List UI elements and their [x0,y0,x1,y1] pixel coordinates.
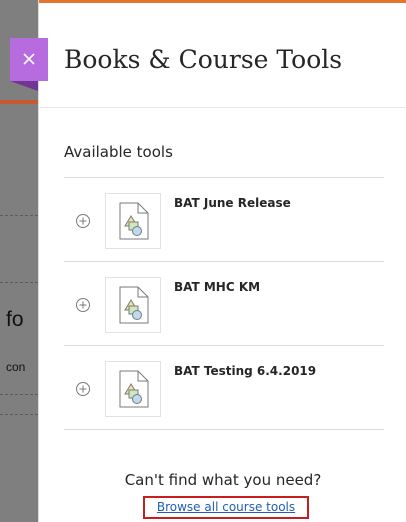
background-partial-heading: fo [6,308,24,331]
cant-find-text: Can't find what you need? [124,471,322,489]
header-divider [39,107,406,108]
available-tools-heading: Available tools [64,143,173,161]
background-divider [0,282,38,283]
background-divider [0,394,38,395]
document-shapes-icon [119,202,149,240]
add-circle-icon [76,382,90,396]
close-icon [23,53,35,65]
background-divider [0,414,38,415]
panel-title: Books & Course Tools [64,45,343,74]
add-tool-button[interactable] [75,297,91,313]
add-circle-icon [76,214,90,228]
panel-accent-bar [39,0,406,3]
document-shapes-icon [119,286,149,324]
close-panel-button[interactable] [10,38,48,81]
tool-item[interactable]: BAT June Release [64,178,384,262]
add-tool-button[interactable] [75,213,91,229]
tool-item[interactable]: BAT Testing 6.4.2019 [64,346,384,430]
tool-name[interactable]: BAT Testing 6.4.2019 [174,363,316,379]
tool-thumbnail [105,277,161,333]
close-button-fold [10,81,38,91]
tool-name[interactable]: BAT June Release [174,195,291,211]
tools-list: BAT June Release BAT MHC KM BAT Testing … [64,177,384,430]
course-tools-panel: Books & Course Tools Available tools BAT… [38,0,406,522]
background-accent-line [0,100,38,104]
tool-item[interactable]: BAT MHC KM [64,262,384,346]
add-tool-button[interactable] [75,381,91,397]
background-partial-text: con [6,360,26,374]
background-divider [0,215,38,216]
document-shapes-icon [119,370,149,408]
browse-all-tools-link[interactable]: Browse all course tools [143,496,309,519]
add-circle-icon [76,298,90,312]
tool-thumbnail [105,361,161,417]
tool-name[interactable]: BAT MHC KM [174,279,260,295]
tool-thumbnail [105,193,161,249]
